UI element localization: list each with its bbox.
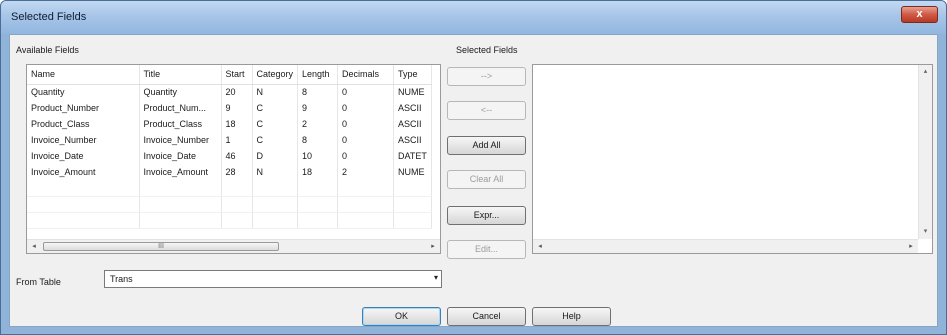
from-table-value: Trans [110,274,133,284]
cell-decimals: 0 [337,132,395,148]
cell-category: N [252,84,299,100]
cell-type: NUME [393,164,432,180]
table-header-row: Name Title Start Category Length Decimal… [27,65,432,85]
cell-decimals: 0 [337,116,395,132]
from-table-select[interactable]: Trans ▾ [104,270,442,288]
column-header-length[interactable]: Length [297,65,339,85]
scroll-up-arrow-icon[interactable]: ▴ [919,65,932,79]
scroll-left-arrow-icon[interactable]: ◂ [533,240,547,253]
cell-title: Invoice_Amount [139,164,222,180]
scroll-thumb[interactable]: III [43,242,279,251]
cell-decimals: 0 [337,100,395,116]
cell-name: Invoice_Number [27,132,140,148]
table-row[interactable]: Product_Class Product_Class 18 C 2 0 ASC… [27,116,432,132]
cell-type: ASCII [393,116,432,132]
cell-start: 9 [221,100,253,116]
selected-fields-dialog: Selected Fields x Available Fields Selec… [0,0,947,335]
cell-start: 46 [221,148,253,164]
cell-name: Invoice_Amount [27,164,140,180]
cell-category: D [252,148,299,164]
selected-vertical-scrollbar[interactable]: ▴ ▾ [918,65,932,239]
column-header-category[interactable]: Category [252,65,299,85]
close-button[interactable]: x [901,6,938,23]
selected-fields-list[interactable]: ▴ ▾ ◂ ▸ [532,64,933,254]
cell-category: C [252,100,299,116]
cell-decimals: 2 [337,164,395,180]
cell-type: ASCII [393,100,432,116]
cell-type: NUME [393,84,432,100]
cell-length: 2 [297,116,339,132]
cell-name: Quantity [27,84,140,100]
cell-name: Invoice_Date [27,148,140,164]
title-bar: Selected Fields x [1,1,946,34]
cell-decimals: 0 [337,84,395,100]
table-row[interactable]: Invoice_Date Invoice_Date 46 D 10 0 DATE… [27,148,432,164]
add-all-button[interactable]: Add All [447,136,526,155]
cancel-button[interactable]: Cancel [447,307,526,326]
window-title: Selected Fields [11,11,87,23]
available-horizontal-scrollbar[interactable]: ◂ III ▸ [27,239,440,253]
cell-title: Product_Num... [139,100,222,116]
cell-title: Invoice_Date [139,148,222,164]
cell-length: 10 [297,148,339,164]
cell-length: 8 [297,132,339,148]
cell-length: 18 [297,164,339,180]
cell-start: 28 [221,164,253,180]
cell-start: 20 [221,84,253,100]
selected-horizontal-scrollbar[interactable]: ◂ ▸ [533,239,918,253]
cell-length: 8 [297,84,339,100]
scroll-right-arrow-icon[interactable]: ▸ [904,240,918,253]
cell-title: Invoice_Number [139,132,222,148]
scroll-left-arrow-icon[interactable]: ◂ [27,240,41,253]
edit-button[interactable]: Edit... [447,240,526,259]
cell-category: C [252,116,299,132]
cell-start: 18 [221,116,253,132]
table-row[interactable]: Invoice_Number Invoice_Number 1 C 8 0 AS… [27,132,432,148]
column-header-title[interactable]: Title [139,65,222,85]
column-header-type[interactable]: Type [393,65,432,85]
cell-name: Product_Number [27,100,140,116]
scroll-grip-icon: III [158,243,164,250]
cell-title: Quantity [139,84,222,100]
dropdown-arrow-icon[interactable]: ▾ [434,273,438,282]
selected-fields-label: Selected Fields [456,45,518,55]
column-header-name[interactable]: Name [27,65,140,85]
cell-name: Product_Class [27,116,140,132]
cell-type: DATET [393,148,432,164]
available-fields-label: Available Fields [16,45,79,55]
clear-all-button[interactable]: Clear All [447,170,526,189]
expr-button[interactable]: Expr... [447,206,526,225]
empty-row [27,196,432,213]
cell-length: 9 [297,100,339,116]
empty-row [27,212,432,229]
cell-category: N [252,164,299,180]
cell-start: 1 [221,132,253,148]
available-fields-list[interactable]: Name Title Start Category Length Decimal… [26,64,441,254]
column-header-decimals[interactable]: Decimals [337,65,395,85]
add-field-button[interactable]: --> [447,67,526,86]
remove-field-button[interactable]: <-- [447,101,526,120]
scroll-down-arrow-icon[interactable]: ▾ [919,225,932,239]
scroll-right-arrow-icon[interactable]: ▸ [426,240,440,253]
table-row[interactable]: Quantity Quantity 20 N 8 0 NUME [27,84,432,100]
cell-title: Product_Class [139,116,222,132]
column-header-start[interactable]: Start [221,65,253,85]
from-table-label: From Table [16,277,61,287]
dialog-body: Available Fields Selected Fields Name Ti… [9,34,938,327]
cell-type: ASCII [393,132,432,148]
table-row[interactable]: Product_Number Product_Num... 9 C 9 0 AS… [27,100,432,116]
empty-row [27,180,432,197]
available-fields-table: Name Title Start Category Length Decimal… [27,65,432,229]
cell-category: C [252,132,299,148]
cell-decimals: 0 [337,148,395,164]
help-button[interactable]: Help [532,307,611,326]
ok-button[interactable]: OK [362,307,441,326]
table-row[interactable]: Invoice_Amount Invoice_Amount 28 N 18 2 … [27,164,432,180]
